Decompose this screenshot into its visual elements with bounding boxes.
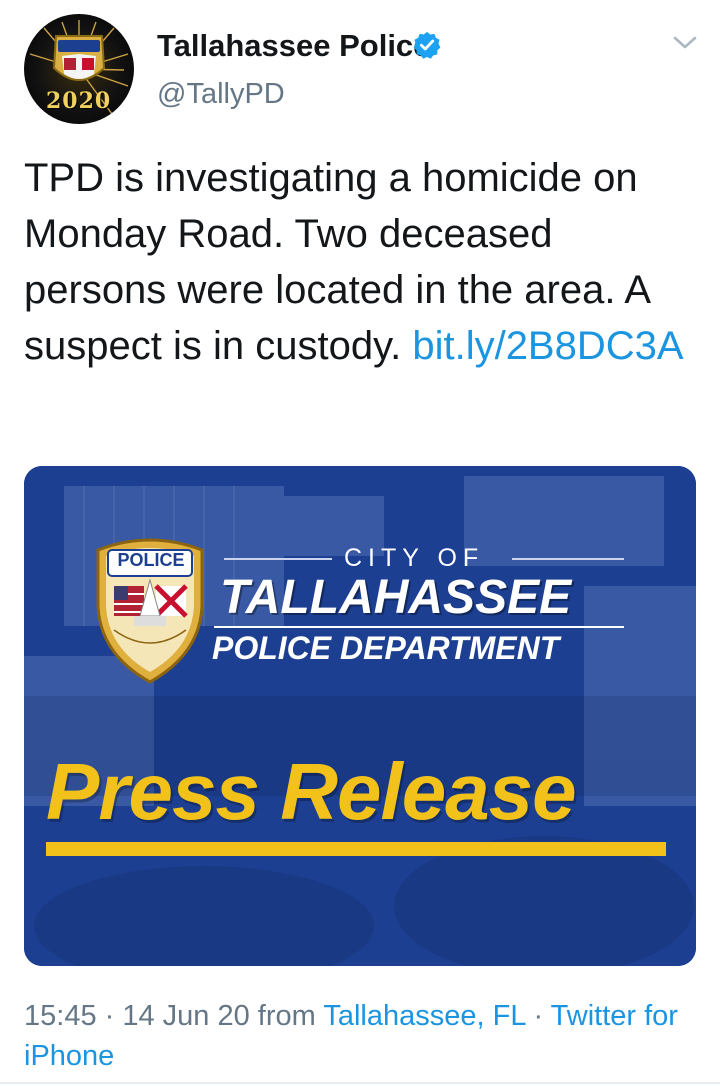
from-label: from [249,1000,324,1032]
tweet-meta: 15:45 · 14 Jun 20 from Tallahassee, FL ·… [24,996,714,1076]
tweet-text: TPD is investigating a homicide on Monda… [24,150,704,374]
badge-label: POLICE [117,550,185,570]
yellow-underline [46,842,666,856]
divider-right [512,558,624,560]
city-name-text: TALLAHASSEE [220,571,572,624]
tweet-date[interactable]: 14 Jun 20 [122,1000,249,1032]
tweet-link[interactable]: bit.ly/​2B8DC3A [412,324,683,368]
tweet-time[interactable]: 15:45 [24,1000,97,1032]
bottom-divider [0,1082,720,1084]
tweet-location-link[interactable]: Tallahassee, FL [323,1000,525,1032]
verified-badge-icon [413,31,441,59]
user-handle[interactable]: @TallyPD [157,78,285,111]
display-name[interactable]: Tallahassee Police [157,28,430,64]
divider-left [224,558,332,560]
chevron-down-icon[interactable] [672,34,698,52]
meta-separator-2: · [525,1000,551,1032]
avatar[interactable]: 2020 [24,14,134,124]
avatar-year-text: 2020 [46,88,112,114]
department-text: POLICE DEPARTMENT [212,630,560,666]
meta-separator: · [96,1000,123,1032]
press-release-heading: Press Release [46,747,577,836]
divider-under-city [214,626,624,628]
city-of-text: CITY OF [344,544,485,572]
press-release-image[interactable]: POLICE CITY OF TALLAHASSEE POLICE DEPART… [24,466,696,966]
